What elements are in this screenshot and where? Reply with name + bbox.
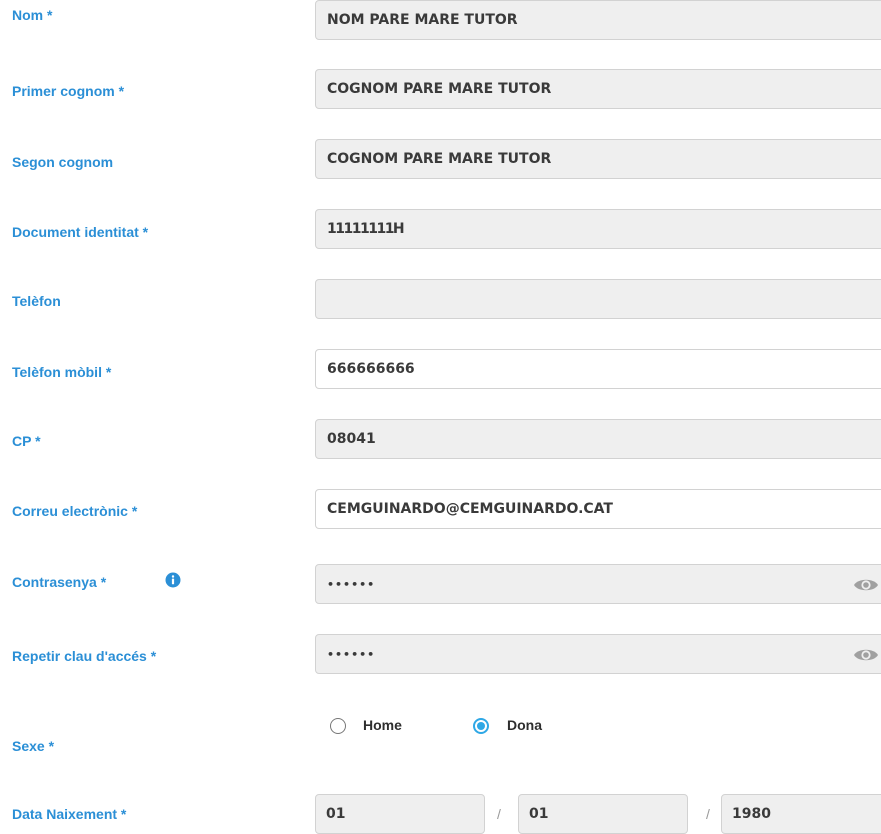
- eye-icon[interactable]: [853, 576, 879, 594]
- cp-input[interactable]: [316, 420, 881, 458]
- radio-home-label: Home: [363, 717, 402, 733]
- label-sexe: Sexe *: [12, 738, 55, 754]
- label-contrasenya: Contrasenya *: [12, 572, 181, 590]
- contrasenya-input[interactable]: [316, 565, 881, 603]
- segon-cognom-input[interactable]: [316, 140, 881, 178]
- eye-icon[interactable]: [853, 646, 879, 664]
- label-correu: Correu electrònic *: [12, 503, 138, 519]
- date-year-field: [721, 794, 881, 834]
- repetir-clau-input[interactable]: [316, 635, 881, 673]
- document-identitat-field: [315, 209, 881, 249]
- label-repetir-clau: Repetir clau d'accés *: [12, 648, 157, 664]
- repetir-clau-field: [315, 634, 881, 674]
- telefon-input[interactable]: [316, 280, 881, 318]
- radio-dona-circle[interactable]: [473, 718, 489, 734]
- radio-dona[interactable]: Dona: [473, 717, 583, 737]
- contrasenya-field: [315, 564, 881, 604]
- segon-cognom-field: [315, 139, 881, 179]
- nom-input[interactable]: [316, 1, 881, 39]
- label-nom: Nom *: [12, 7, 53, 23]
- date-separator: /: [497, 806, 501, 822]
- correu-input[interactable]: [316, 490, 881, 528]
- label-segon-cognom: Segon cognom: [12, 154, 114, 170]
- document-identitat-input[interactable]: [316, 210, 881, 248]
- date-month-input[interactable]: [519, 795, 687, 833]
- date-month-field: [518, 794, 688, 834]
- radio-home[interactable]: Home: [330, 717, 440, 737]
- date-year-input[interactable]: [722, 795, 881, 833]
- label-data-naixement: Data Naixement *: [12, 806, 127, 822]
- label-telefon: Telèfon: [12, 293, 61, 309]
- telefon-field: [315, 279, 881, 319]
- label-primer-cognom: Primer cognom *: [12, 83, 125, 99]
- radio-home-circle[interactable]: [330, 718, 346, 734]
- primer-cognom-input[interactable]: [316, 70, 881, 108]
- date-day-field: [315, 794, 485, 834]
- label-document-identitat: Document identitat *: [12, 224, 149, 240]
- date-separator: /: [706, 806, 710, 822]
- nom-field: [315, 0, 881, 40]
- correu-field: [315, 489, 881, 529]
- label-contrasenya-text: Contrasenya *: [12, 574, 107, 590]
- info-circle-icon[interactable]: [165, 572, 181, 588]
- date-day-input[interactable]: [316, 795, 484, 833]
- label-telefon-mobil: Telèfon mòbil *: [12, 364, 112, 380]
- label-cp: CP *: [12, 433, 41, 449]
- primer-cognom-field: [315, 69, 881, 109]
- telefon-mobil-field: [315, 349, 881, 389]
- radio-dona-label: Dona: [507, 717, 542, 733]
- cp-field: [315, 419, 881, 459]
- telefon-mobil-input[interactable]: [316, 350, 881, 388]
